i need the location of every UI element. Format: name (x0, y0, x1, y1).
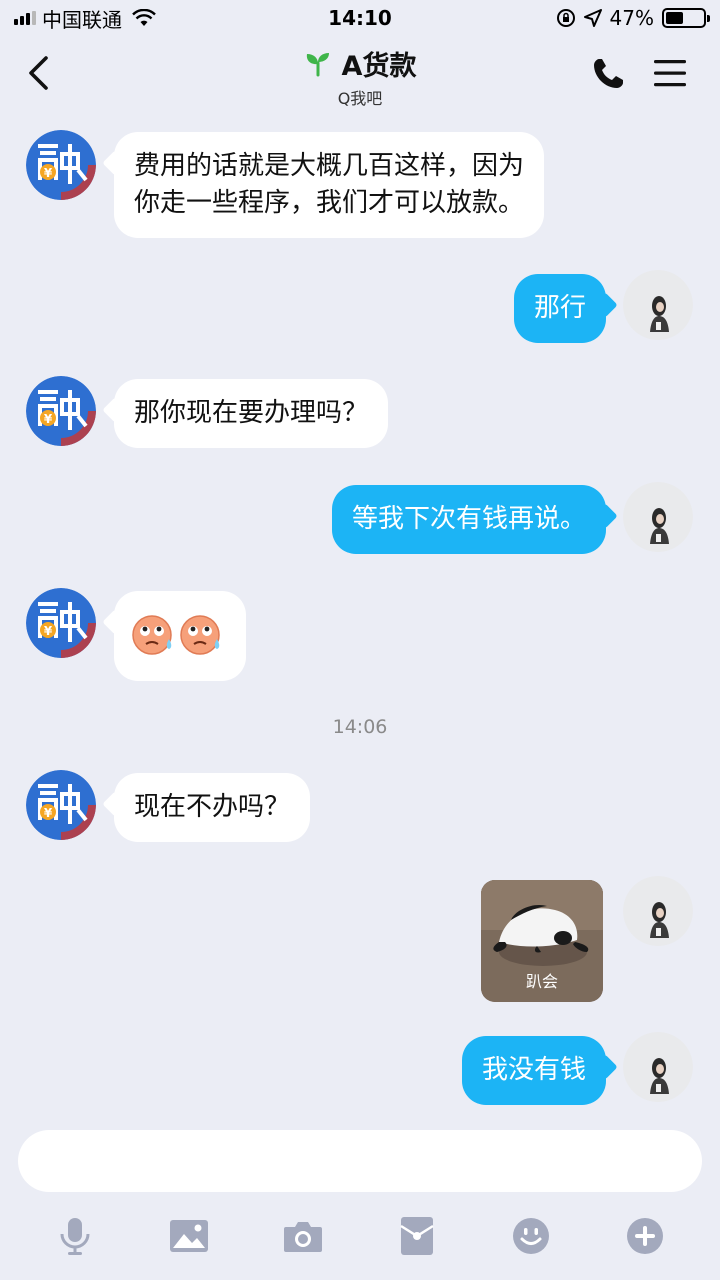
message-input[interactable] (18, 1130, 702, 1192)
message-bubble-outgoing[interactable]: 那行 (513, 274, 606, 343)
wifi-icon (132, 9, 156, 26)
contact-avatar[interactable] (26, 376, 96, 446)
my-avatar[interactable] (623, 1032, 693, 1102)
plus-icon (627, 1218, 663, 1254)
message-text: 现在不办吗？ (134, 792, 291, 822)
message-bubble-outgoing[interactable]: 等我下次有钱再说。 (331, 485, 606, 554)
my-avatar[interactable] (623, 876, 693, 946)
menu-icon[interactable] (654, 58, 686, 88)
sweating-face-emoji-icon (132, 613, 176, 657)
rotation-lock-icon (556, 9, 575, 27)
my-avatar[interactable] (623, 482, 693, 552)
chat-header: A货款 Q我吧 (0, 36, 720, 110)
microphone-icon (60, 1218, 90, 1255)
sweating-face-emoji-icon (180, 613, 224, 657)
battery-percent: 47% (609, 6, 654, 30)
message-list[interactable]: 费用的话就是大概几百这样，因为 你走一些程序，我们才可以放款。 那行 那你现在要… (0, 110, 720, 1118)
emoji-icon (513, 1218, 549, 1254)
image-button[interactable] (167, 1214, 211, 1258)
message-text: 等我下次有钱再说。 (351, 504, 586, 534)
camera-icon (284, 1222, 322, 1252)
red-packet-button[interactable] (395, 1214, 439, 1258)
red-packet-icon (400, 1217, 434, 1255)
message-timestamp: 14:06 (332, 716, 388, 738)
sticker-message[interactable]: 趴会 (481, 880, 603, 1002)
status-bar: 中国联通 14:10 47% (0, 0, 720, 36)
image-icon (170, 1220, 208, 1252)
sprout-icon (306, 52, 329, 76)
carrier-label: 中国联通 (42, 7, 122, 32)
location-arrow-icon (583, 9, 602, 27)
emoji-button[interactable] (509, 1214, 553, 1258)
message-bubble-incoming[interactable]: 费用的话就是大概几百这样，因为 你走一些程序，我们才可以放款。 (114, 132, 545, 238)
chat-title: A货款 (341, 51, 417, 82)
battery-fill (666, 12, 683, 24)
battery-icon (662, 8, 710, 28)
message-line: 费用的话就是大概几百这样，因为 (134, 151, 525, 181)
message-line: 你走一些程序，我们才可以放款。 (134, 188, 525, 218)
composer (0, 1118, 720, 1280)
message-text: 那你现在要办理吗？ (134, 398, 369, 428)
my-avatar[interactable] (623, 270, 693, 340)
signal-icon (14, 11, 36, 25)
message-bubble-incoming[interactable]: 那你现在要办理吗？ (114, 379, 389, 448)
camera-button[interactable] (281, 1214, 325, 1258)
contact-avatar[interactable] (26, 770, 96, 840)
contact-avatar[interactable] (26, 130, 96, 200)
voice-button[interactable] (53, 1214, 97, 1258)
more-button[interactable] (623, 1214, 667, 1258)
sticker-caption: 趴会 (525, 972, 558, 991)
status-right: 47% (556, 6, 710, 30)
message-text: 我没有钱 (481, 1055, 586, 1085)
message-bubble-incoming[interactable]: 现在不办吗？ (114, 773, 311, 842)
composer-toolbar (0, 1214, 720, 1258)
message-bubble-incoming[interactable] (114, 591, 246, 681)
message-text: 那行 (533, 293, 586, 323)
phone-icon[interactable] (590, 56, 626, 92)
status-left: 中国联通 (14, 4, 156, 33)
message-bubble-outgoing[interactable]: 我没有钱 (461, 1036, 606, 1105)
contact-avatar[interactable] (26, 588, 96, 658)
